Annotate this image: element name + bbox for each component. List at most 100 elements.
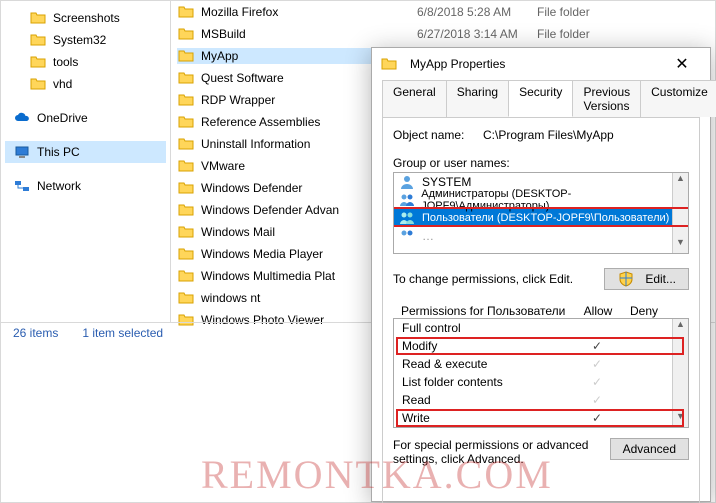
file-name: windows nt	[201, 291, 260, 305]
sidebar-item-onedrive[interactable]: OneDrive	[5, 107, 166, 129]
sidebar-item-label: System32	[53, 33, 106, 47]
properties-dialog: MyApp Properties ✕ General Sharing Secur…	[371, 47, 711, 502]
group-row-administrators[interactable]: Администраторы (DESKTOP-JOPF9\Администра…	[394, 191, 688, 209]
group-label: …	[422, 229, 434, 243]
file-name: RDP Wrapper	[201, 93, 275, 107]
folder-icon	[177, 224, 195, 240]
permission-row: Write✓	[394, 409, 688, 427]
file-name: Windows Defender	[201, 181, 302, 195]
folder-icon	[29, 76, 47, 92]
groups-scrollbar[interactable]: ▲▼	[672, 173, 688, 253]
file-name: Windows Mail	[201, 225, 275, 239]
file-type: File folder	[537, 5, 637, 19]
sidebar-item-vhd[interactable]: vhd	[5, 73, 166, 95]
group-row-users[interactable]: Пользователи (DESKTOP-JOPF9\Пользователи…	[394, 209, 688, 227]
sidebar-item-tools[interactable]: tools	[5, 51, 166, 73]
permission-row: Modify✓	[394, 337, 688, 355]
group-label: Пользователи (DESKTOP-JOPF9\Пользователи…	[422, 212, 669, 224]
tab-security[interactable]: Security	[508, 80, 573, 117]
permission-allow: ✓	[574, 357, 620, 371]
dialog-titlebar[interactable]: MyApp Properties ✕	[372, 48, 710, 80]
permission-name: Write	[402, 411, 574, 425]
permission-allow: ✓	[574, 393, 620, 407]
folder-icon	[177, 158, 195, 174]
folder-icon	[177, 290, 195, 306]
file-date: 6/27/2018 3:14 AM	[417, 27, 537, 41]
file-type: File folder	[537, 27, 637, 41]
file-name: VMware	[201, 159, 245, 173]
advanced-button[interactable]: Advanced	[610, 438, 689, 460]
dialog-title-text: MyApp Properties	[404, 57, 662, 71]
permissions-col-allow: Allow	[575, 304, 621, 318]
user-icon	[398, 174, 416, 190]
thispc-icon	[13, 144, 31, 160]
file-name: Uninstall Information	[201, 137, 310, 151]
folder-icon	[177, 26, 195, 42]
sidebar-item-screenshots[interactable]: Screenshots	[5, 7, 166, 29]
folder-icon	[177, 180, 195, 196]
tab-previous-versions[interactable]: Previous Versions	[572, 80, 641, 117]
special-permissions-hint: For special permissions or advanced sett…	[393, 438, 600, 466]
permission-name: Read & execute	[402, 357, 574, 371]
file-row[interactable]: MSBuild 6/27/2018 3:14 AMFile folder	[171, 23, 715, 45]
folder-icon	[177, 246, 195, 262]
folder-icon	[177, 92, 195, 108]
permission-allow: ✓	[574, 375, 620, 389]
users-group-icon	[398, 192, 415, 208]
file-row[interactable]: Mozilla Firefox6/8/2018 5:28 AMFile fold…	[171, 1, 715, 23]
permissions-label: Permissions for Пользователи	[401, 304, 575, 318]
sidebar-item-system32[interactable]: System32	[5, 29, 166, 51]
users-group-icon	[398, 228, 416, 244]
close-icon[interactable]: ✕	[662, 54, 702, 74]
permission-row: List folder contents✓	[394, 373, 688, 391]
permissions-listbox[interactable]: ▲▼ Full controlModify✓Read & execute✓Lis…	[393, 318, 689, 428]
group-label: SYSTEM	[422, 175, 471, 189]
folder-icon	[177, 48, 195, 64]
sidebar-item-label: This PC	[37, 145, 80, 159]
nav-sidebar: Screenshots System32 tools vhd OneDrive …	[1, 1, 171, 322]
dialog-tabs: General Sharing Security Previous Versio…	[372, 80, 710, 117]
objectname-value: C:\Program Files\MyApp	[483, 128, 614, 142]
users-group-icon	[398, 210, 416, 226]
file-name: Reference Assemblies	[201, 115, 320, 129]
edit-button-label: Edit...	[645, 272, 676, 286]
file-name: MSBuild	[201, 27, 246, 41]
group-label: Администраторы (DESKTOP-JOPF9\Администра…	[421, 188, 688, 212]
permission-name: Modify	[402, 339, 574, 353]
tab-general[interactable]: General	[382, 80, 447, 117]
group-row-more[interactable]: …	[394, 227, 688, 245]
folder-icon	[29, 32, 47, 48]
sidebar-item-thispc[interactable]: This PC	[5, 141, 166, 163]
status-selection: 1 item selected	[82, 326, 163, 340]
tab-sharing[interactable]: Sharing	[446, 80, 509, 117]
folder-icon	[29, 54, 47, 70]
groups-listbox[interactable]: SYSTEM Администраторы (DESKTOP-JOPF9\Адм…	[393, 172, 689, 254]
permissions-scrollbar[interactable]: ▲▼	[672, 319, 688, 427]
sidebar-item-label: OneDrive	[37, 111, 88, 125]
shield-icon	[617, 271, 635, 287]
folder-icon	[177, 4, 195, 20]
file-name: Windows Multimedia Plat	[201, 269, 335, 283]
tab-security-body: Object name: C:\Program Files\MyApp Grou…	[382, 117, 700, 503]
folder-icon	[177, 70, 195, 86]
permission-row: Full control	[394, 319, 688, 337]
sidebar-item-label: Screenshots	[53, 11, 120, 25]
folder-icon	[29, 10, 47, 26]
sidebar-item-label: tools	[53, 55, 78, 69]
folder-icon	[177, 268, 195, 284]
sidebar-item-network[interactable]: Network	[5, 175, 166, 197]
folder-icon	[177, 136, 195, 152]
permission-name: Read	[402, 393, 574, 407]
file-name: Windows Defender Advan	[201, 203, 339, 217]
sidebar-item-label: Network	[37, 179, 81, 193]
permission-name: List folder contents	[402, 375, 574, 389]
folder-icon	[177, 114, 195, 130]
file-date: 6/8/2018 5:28 AM	[417, 5, 537, 19]
objectname-label: Object name:	[393, 128, 483, 142]
edit-button[interactable]: Edit...	[604, 268, 689, 290]
groups-label: Group or user names:	[393, 156, 689, 170]
change-permissions-hint: To change permissions, click Edit.	[393, 272, 604, 286]
status-count: 26 items	[13, 326, 58, 340]
tab-customize[interactable]: Customize	[640, 80, 716, 117]
file-name: Quest Software	[201, 71, 284, 85]
